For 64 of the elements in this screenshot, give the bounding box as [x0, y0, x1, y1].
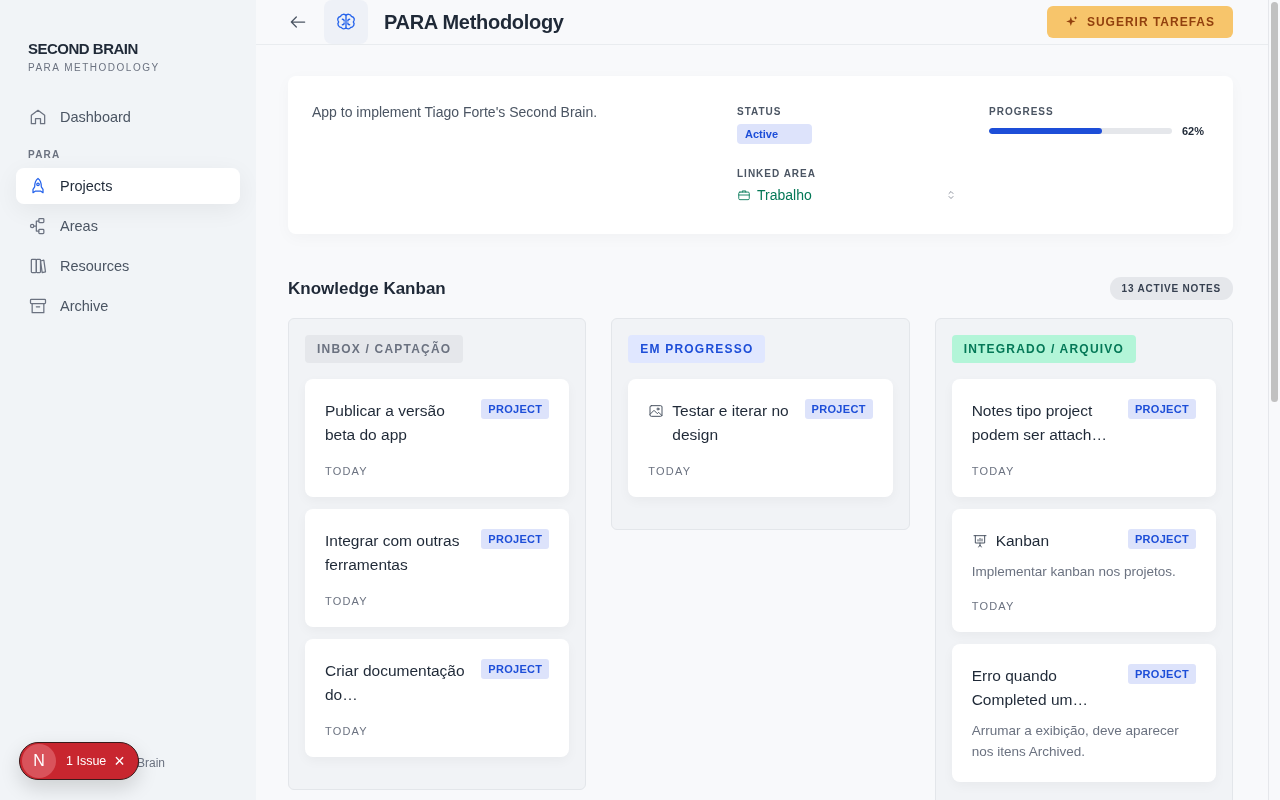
field-label: STATUS: [737, 106, 782, 117]
nav-item[interactable]: Projects: [16, 168, 240, 204]
type-tag: PROJECT: [1127, 399, 1196, 419]
logo-icon: N: [22, 744, 56, 778]
note-date: TODAY: [648, 465, 693, 477]
note-card[interactable]: Publicar a versão beta do app PROJECT TODAY: [305, 379, 570, 497]
scrollbar[interactable]: [1268, 0, 1280, 800]
close-button[interactable]: ×: [112, 750, 127, 772]
type-tag: PROJECT: [1127, 529, 1196, 549]
books-icon: [28, 256, 48, 276]
note-title: Integrar com outras ferramentas: [325, 531, 461, 575]
note-card[interactable]: Integrar com outras ferramentas PROJECT TODAY: [305, 509, 570, 627]
progress-percent: 62%: [1182, 125, 1205, 137]
note-date: TODAY: [971, 465, 1016, 477]
note-date: TODAY: [325, 725, 369, 737]
note-title: Testar e iterar no design: [672, 401, 790, 445]
page-title: PARA Methodology: [384, 10, 565, 34]
briefcase-icon: [737, 188, 751, 202]
note-description: Implementar kanban nos projetos.: [971, 563, 1177, 581]
type-tag: PROJECT: [481, 399, 550, 419]
issue-badge[interactable]: N 1 Issue ×: [19, 742, 139, 780]
presentation-icon: [971, 533, 988, 549]
issue-count: 1 Issue: [66, 754, 107, 768]
note-title: Notes tipo project podem ser attach…: [971, 401, 1108, 445]
note-title: Publicar a versão beta do app: [325, 401, 446, 445]
notes-count: 13 ACTIVE NOTES: [1109, 277, 1233, 300]
note-date: TODAY: [971, 600, 1016, 612]
suggest-button[interactable]: SUGERIR TAREFAS: [1046, 6, 1233, 38]
section-label: PARA: [27, 148, 62, 162]
note-card[interactable]: Notes tipo project podem ser attach… PROJECT TODAY: [951, 379, 1216, 497]
note-date: TODAY: [325, 595, 369, 607]
field-label: LINKED AREA: [737, 168, 816, 179]
column-title: EM PROGRESSO: [628, 335, 766, 363]
area-select[interactable]: Trabalho: [737, 187, 957, 203]
note-date: TODAY: [325, 465, 369, 477]
column-title: INTEGRADO / ARQUIVO: [951, 335, 1137, 363]
image-icon: [648, 403, 665, 419]
chevron-updown-icon: [945, 189, 957, 201]
note-description: Arrumar a exibição, deve aparecer nos itens Archived.: [971, 722, 1180, 761]
note-title: Erro quando Completed um…: [971, 666, 1089, 710]
nav-item[interactable]: Dashboard: [16, 99, 240, 135]
note-card[interactable]: Erro quando Completed um… PROJECT Arrumar a exibição, deve aparecer nos itens Archived.: [951, 644, 1216, 782]
note-title: Kanban: [995, 531, 1051, 551]
status-tag: Active: [737, 124, 812, 144]
section-title: Knowledge Kanban: [288, 278, 446, 299]
column-title: INBOX / CAPTAÇÃO: [305, 335, 464, 363]
nav-item[interactable]: Areas: [16, 208, 240, 244]
type-tag: PROJECT: [481, 659, 550, 679]
archive-icon: [28, 296, 48, 316]
type-tag: PROJECT: [1127, 664, 1196, 684]
type-tag: PROJECT: [804, 399, 873, 419]
note-card[interactable]: Criar documentação do… PROJECT TODAY: [305, 639, 570, 757]
brand-title: SECOND BRAIN: [27, 40, 139, 57]
footer-text: Brain: [137, 756, 165, 770]
brand-subtitle: PARA METHODOLOGY: [27, 62, 161, 73]
note-card[interactable]: Testar e iterar no design PROJECT TODAY: [628, 379, 893, 497]
type-tag: PROJECT: [481, 529, 550, 549]
project-description: App to implement Tiago Forte's Second Brain.: [312, 104, 599, 122]
nav-item[interactable]: Resources: [16, 248, 240, 284]
note-card[interactable]: Kanban PROJECT Implementar kanban nos projetos. TODAY: [951, 509, 1216, 632]
home-icon: [28, 107, 48, 127]
note-title: Criar documentação do…: [325, 661, 466, 705]
field-label: PROGRESS: [989, 106, 1054, 117]
nav-item[interactable]: Archive: [16, 288, 240, 324]
